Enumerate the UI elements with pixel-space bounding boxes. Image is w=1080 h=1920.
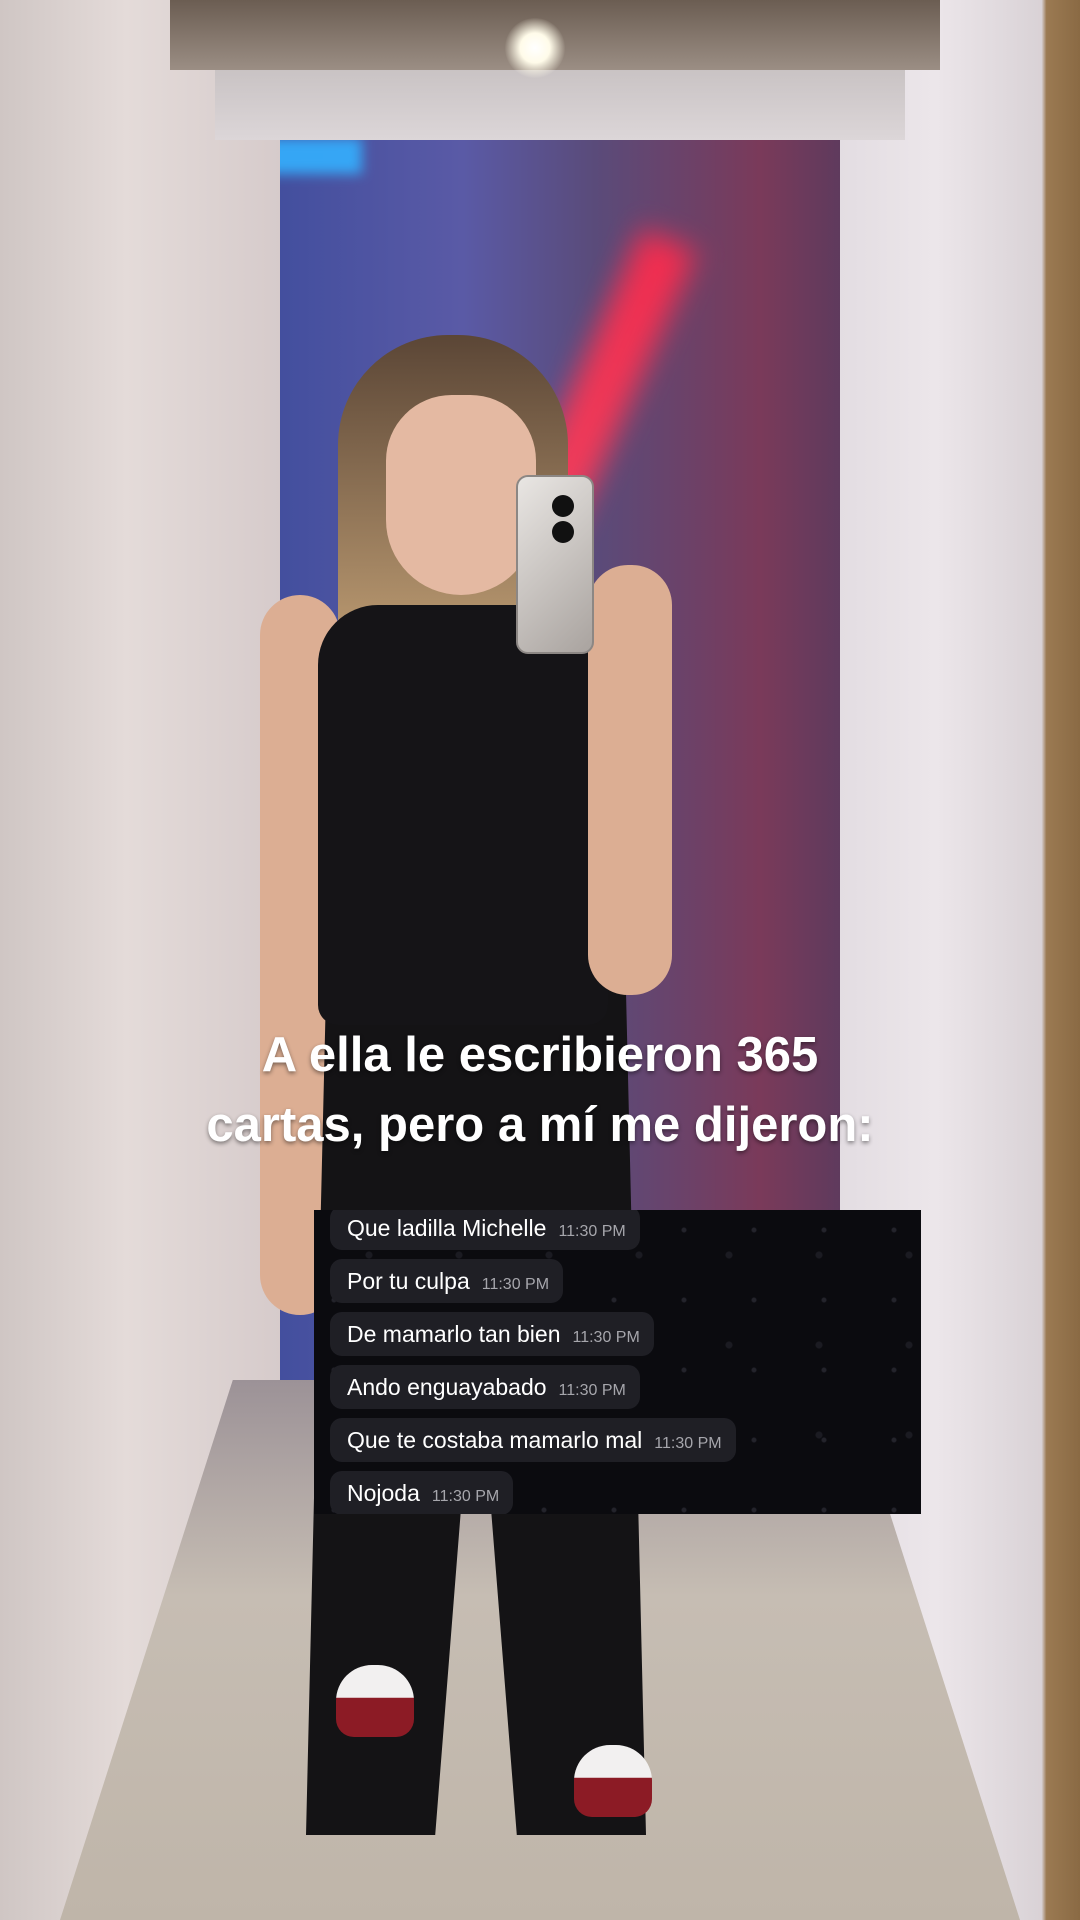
chat-message: Ando enguayabado 11:30 PM (330, 1365, 640, 1409)
caption-overlay: A ella le escribieron 365 cartas, pero a… (60, 1020, 1020, 1160)
camera-lens-icon (552, 495, 574, 517)
ceiling-light (505, 18, 565, 78)
left-sneaker (336, 1665, 414, 1737)
message-text: Ando enguayabado (347, 1374, 547, 1400)
message-text: Que te costaba mamarlo mal (347, 1427, 643, 1453)
right-sneaker (574, 1745, 652, 1817)
message-time: 11:30 PM (654, 1435, 722, 1452)
face (386, 395, 536, 595)
caption-line-1: A ella le escribieron 365 (261, 1028, 819, 1082)
message-text: Nojoda (347, 1480, 420, 1506)
message-time: 11:30 PM (558, 1382, 626, 1399)
phone (516, 475, 594, 654)
chat-message: Que ladilla Michelle 11:30 PM (330, 1210, 640, 1250)
message-time: 11:30 PM (558, 1223, 626, 1240)
door-lintel (215, 70, 905, 140)
chat-doodle-pattern (314, 1210, 921, 1514)
message-text: De mamarlo tan bien (347, 1321, 561, 1347)
message-text: Por tu culpa (347, 1268, 470, 1294)
camera-lens-icon (552, 521, 574, 543)
chat-message: Por tu culpa 11:30 PM (330, 1259, 564, 1303)
black-top (318, 605, 608, 1025)
background-photo (0, 0, 1080, 1920)
right-arm (588, 565, 672, 995)
message-time: 11:30 PM (431, 1488, 500, 1505)
message-text: Que ladilla Michelle (347, 1215, 547, 1241)
message-time: 11:30 PM (572, 1329, 640, 1346)
message-time: 11:30 PM (481, 1276, 550, 1293)
chat-message: Que te costaba mamarlo mal 11:30 PM (330, 1418, 736, 1462)
chat-message: Nojoda 11:30 PM (330, 1471, 514, 1514)
caption-line-2: cartas, pero a mí me dijeron: (206, 1098, 874, 1152)
chat-message: De mamarlo tan bien 11:30 PM (330, 1312, 654, 1356)
chat-screenshot: Que ladilla Michelle 11:30 PM Por tu cul… (314, 1210, 921, 1514)
